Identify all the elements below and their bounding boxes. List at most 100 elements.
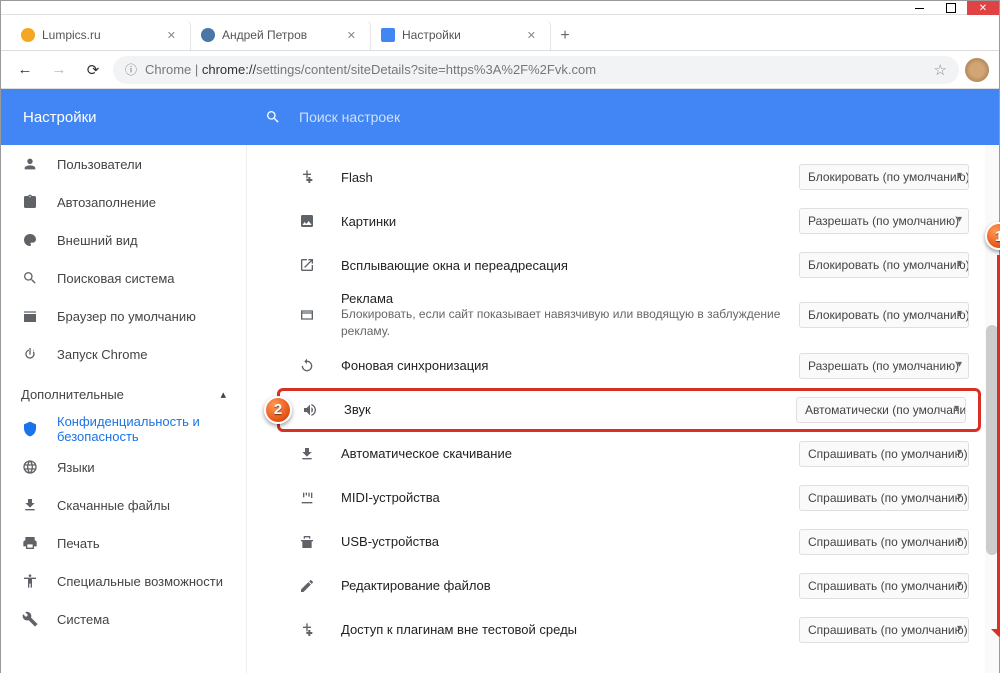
forward-button[interactable]: → (45, 56, 73, 84)
permission-row: Всплывающие окна и переадресация Блокиро… (277, 243, 981, 287)
sidebar-label: Запуск Chrome (57, 347, 148, 362)
sidebar-item-downloads[interactable]: Скачанные файлы (1, 486, 246, 524)
info-icon: ⓘ (125, 61, 137, 78)
settings-title: Настройки (1, 109, 247, 126)
permissions-card: Flash Блокировать (по умолчанию) Картинк… (277, 155, 981, 663)
sidebar-item-print[interactable]: Печать (1, 524, 246, 562)
sidebar-label: Скачанные файлы (57, 498, 170, 513)
back-button[interactable]: ← (11, 56, 39, 84)
permission-select[interactable]: Спрашивать (по умолчанию) (799, 529, 969, 555)
sidebar-item-startup[interactable]: Запуск Chrome (1, 335, 246, 373)
tab-title: Lumpics.ru (42, 28, 101, 42)
favicon-icon (21, 28, 35, 42)
sidebar-item-accessibility[interactable]: Специальные возможности (1, 562, 246, 600)
new-tab-button[interactable]: + (551, 22, 579, 50)
permission-row: MIDI-устройства Спрашивать (по умолчанию… (277, 476, 981, 520)
search-icon (21, 269, 39, 287)
permission-label: Flash (341, 170, 799, 185)
url-bar[interactable]: ⓘ Chrome | chrome://settings/content/sit… (113, 56, 959, 84)
permission-label: Реклама (341, 291, 799, 306)
favicon-icon (381, 28, 395, 42)
permission-label: Всплывающие окна и переадресация (341, 258, 799, 273)
sidebar-item-appearance[interactable]: Внешний вид (1, 221, 246, 259)
permission-icon (300, 400, 320, 420)
sidebar-item-search[interactable]: Поисковая система (1, 259, 246, 297)
permission-select[interactable]: Автоматически (по умолчанию) (796, 397, 966, 423)
permission-icon (297, 532, 317, 552)
sidebar-item-autofill[interactable]: Автозаполнение (1, 183, 246, 221)
permission-row: USB-устройства Спрашивать (по умолчанию) (277, 520, 981, 564)
tab-vk[interactable]: Андрей Петров ✕ (191, 20, 371, 50)
sidebar-item-system[interactable]: Система (1, 600, 246, 638)
sidebar: Пользователи Автозаполнение Внешний вид … (1, 145, 247, 673)
permission-select[interactable]: Разрешать (по умолчанию) (799, 208, 969, 234)
permission-row: Доступ к плагинам вне тестовой среды Спр… (277, 608, 981, 652)
settings-search[interactable] (247, 109, 999, 125)
permission-select[interactable]: Блокировать (по умолчанию) (799, 252, 969, 278)
favicon-icon (201, 28, 215, 42)
permission-label: Редактирование файлов (341, 578, 799, 593)
permission-label: MIDI-устройства (341, 490, 799, 505)
permission-icon (297, 620, 317, 640)
permission-select[interactable]: Спрашивать (по умолчанию) (799, 441, 969, 467)
permission-select[interactable]: Блокировать (по умолчанию) (799, 302, 969, 328)
permission-row: Картинки Разрешать (по умолчанию) (277, 199, 981, 243)
close-window-button[interactable] (967, 1, 999, 15)
permission-select[interactable]: Спрашивать (по умолчанию) (799, 485, 969, 511)
permission-select[interactable]: Разрешать (по умолчанию) (799, 353, 969, 379)
window-titlebar (1, 1, 999, 15)
wrench-icon (21, 610, 39, 628)
search-icon (265, 109, 281, 125)
sidebar-item-languages[interactable]: Языки (1, 448, 246, 486)
permission-label: Доступ к плагинам вне тестовой среды (341, 622, 799, 637)
permission-row: Фоновая синхронизация Разрешать (по умол… (277, 344, 981, 388)
permission-sublabel: Блокировать, если сайт показывает навязч… (341, 306, 799, 340)
sidebar-label: Поисковая система (57, 271, 175, 286)
sidebar-label: Печать (57, 536, 100, 551)
permission-label: Звук (344, 402, 796, 417)
tab-settings[interactable]: Настройки ✕ (371, 20, 551, 50)
search-input[interactable] (299, 109, 999, 125)
maximize-button[interactable] (935, 1, 967, 15)
sidebar-label: Внешний вид (57, 233, 138, 248)
permission-icon (297, 576, 317, 596)
permission-select[interactable]: Спрашивать (по умолчанию) (799, 617, 969, 643)
sidebar-label: Специальные возможности (57, 574, 223, 589)
sidebar-advanced-header[interactable]: Дополнительные ▴ (1, 373, 246, 410)
download-icon (21, 496, 39, 514)
sidebar-label: Автозаполнение (57, 195, 156, 210)
permission-select[interactable]: Спрашивать (по умолчанию) (799, 573, 969, 599)
close-tab-icon[interactable]: ✕ (527, 29, 536, 42)
close-tab-icon[interactable]: ✕ (347, 29, 356, 42)
browser-icon (21, 307, 39, 325)
permission-icon (297, 167, 317, 187)
clipboard-icon (21, 193, 39, 211)
sidebar-item-users[interactable]: Пользователи (1, 145, 246, 183)
tab-title: Настройки (402, 28, 461, 42)
bookmark-star-icon[interactable]: ☆ (934, 61, 947, 79)
tab-lumpics[interactable]: Lumpics.ru ✕ (11, 20, 191, 50)
permission-icon (297, 444, 317, 464)
user-icon (21, 155, 39, 173)
permission-select[interactable]: Блокировать (по умолчанию) (799, 164, 969, 190)
address-bar: ← → ⟳ ⓘ Chrome | chrome://settings/conte… (1, 51, 999, 89)
sidebar-label: Браузер по умолчанию (57, 309, 196, 324)
reload-button[interactable]: ⟳ (79, 56, 107, 84)
accessibility-icon (21, 572, 39, 590)
permission-row: Автоматическое скачивание Спрашивать (по… (277, 432, 981, 476)
tab-title: Андрей Петров (222, 28, 307, 42)
minimize-button[interactable] (903, 1, 935, 15)
close-tab-icon[interactable]: ✕ (167, 29, 176, 42)
profile-avatar[interactable] (965, 58, 989, 82)
permission-row: Flash Блокировать (по умолчанию) (277, 155, 981, 199)
chevron-up-icon: ▴ (220, 388, 226, 401)
sidebar-item-default-browser[interactable]: Браузер по умолчанию (1, 297, 246, 335)
permission-label: Автоматическое скачивание (341, 446, 799, 461)
tab-strip: Lumpics.ru ✕ Андрей Петров ✕ Настройки ✕… (1, 15, 999, 51)
sidebar-label: Языки (57, 460, 95, 475)
permission-icon (297, 488, 317, 508)
permission-row: Реклама Блокировать, если сайт показывае… (277, 287, 981, 344)
sidebar-item-privacy[interactable]: Конфиденциальность и безопасность (1, 410, 246, 448)
browser-window: Lumpics.ru ✕ Андрей Петров ✕ Настройки ✕… (0, 0, 1000, 673)
palette-icon (21, 231, 39, 249)
